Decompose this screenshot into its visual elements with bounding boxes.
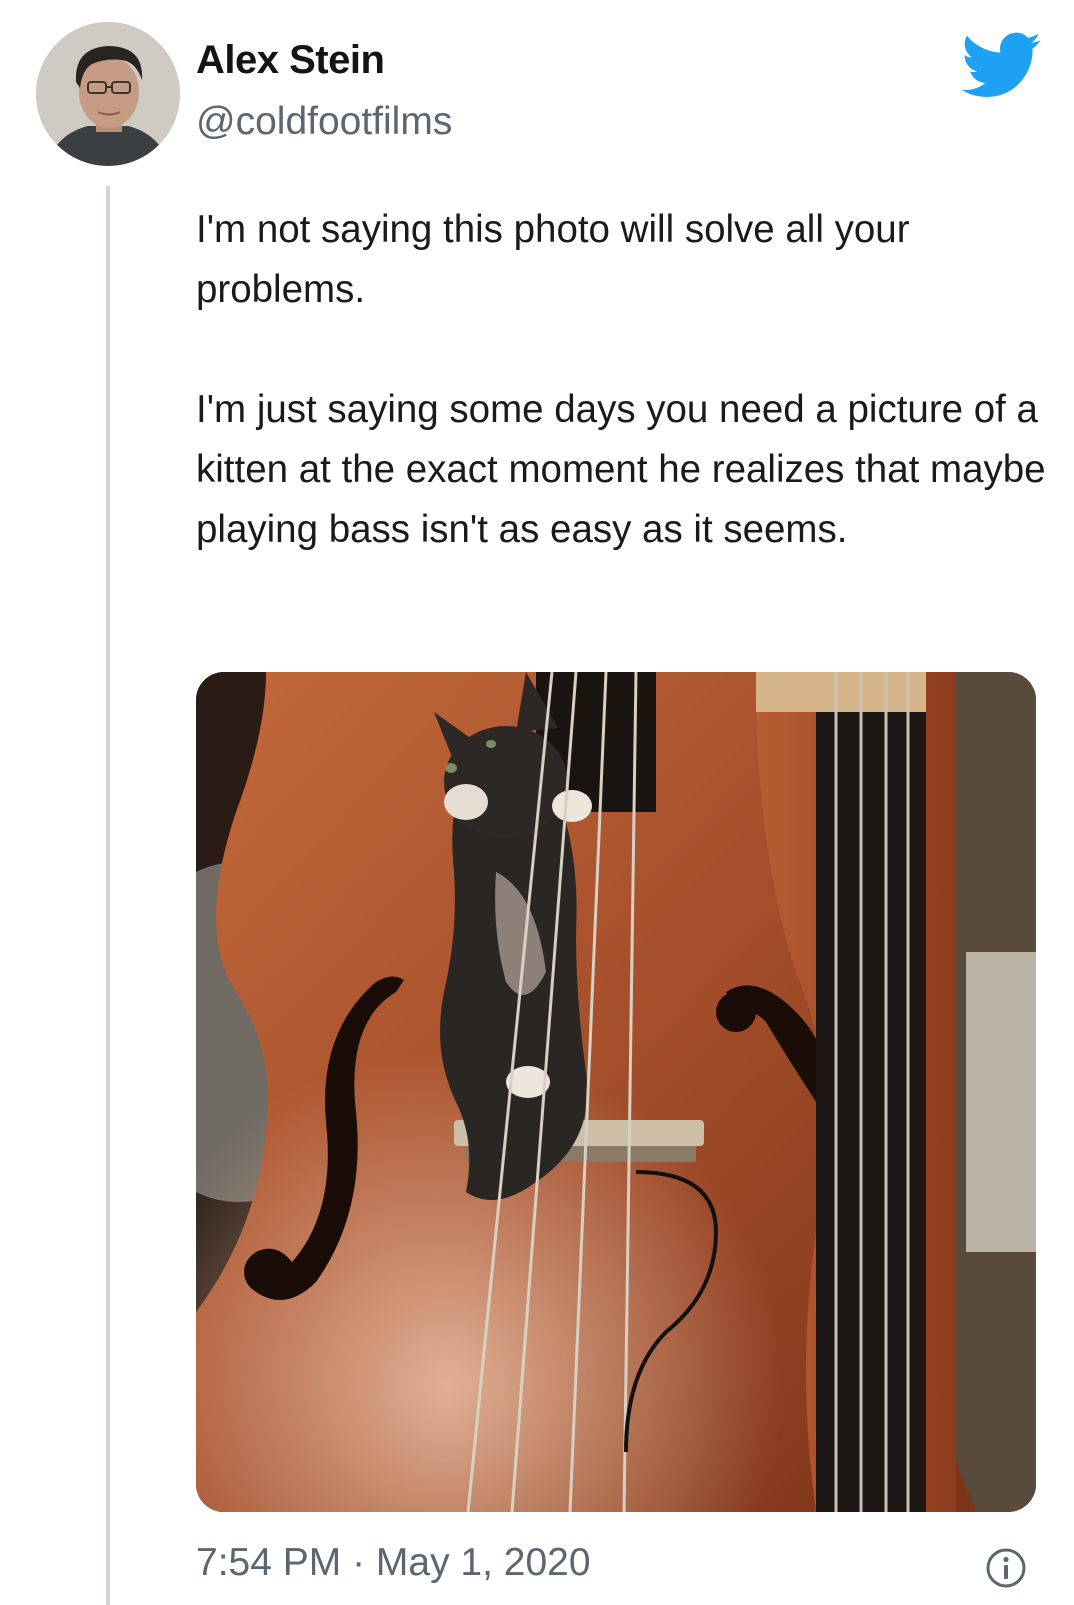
tweet-text: I'm not saying this photo will solve all… <box>196 200 1046 560</box>
tweet-card: Alex Stein @coldfootfilms I'm not saying… <box>0 0 1074 1605</box>
thread-line <box>106 186 110 1605</box>
info-icon[interactable] <box>984 1546 1028 1590</box>
twitter-bird-icon[interactable] <box>958 30 1042 98</box>
tweet-photo-kitten-on-bass[interactable] <box>196 672 1036 1512</box>
timestamp-separator: · <box>341 1541 376 1584</box>
author-handle[interactable]: @coldfootfilms <box>196 100 452 144</box>
tweet-paragraph: I'm not saying this photo will solve all… <box>196 208 910 311</box>
avatar[interactable] <box>36 22 180 166</box>
tweet-timestamp[interactable]: 7:54 PM · May 1, 2020 <box>196 1541 591 1585</box>
author-display-name[interactable]: Alex Stein <box>196 38 385 83</box>
tweet-date: May 1, 2020 <box>375 1541 591 1584</box>
tweet-paragraph: I'm just saying some days you need a pic… <box>196 388 1046 551</box>
tweet-time: 7:54 PM <box>196 1541 342 1584</box>
